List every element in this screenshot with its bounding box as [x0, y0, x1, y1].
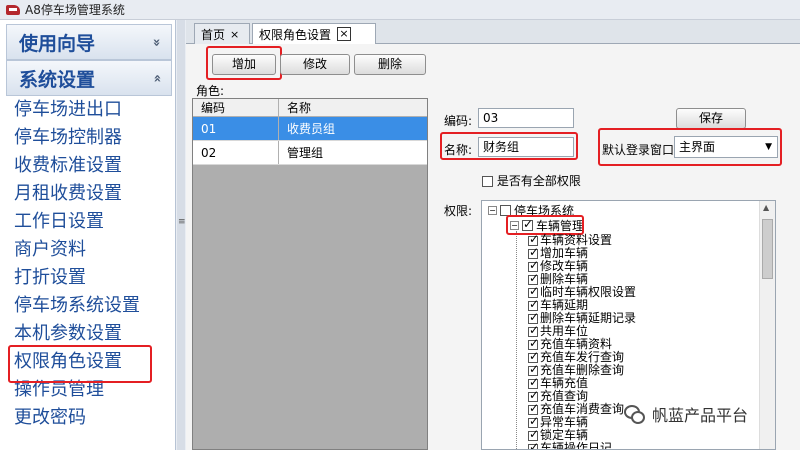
cell-name: 收费员组	[287, 122, 336, 136]
sidebar-item-entrance[interactable]: 停车场进出口	[14, 96, 140, 124]
tree-leaf-label: 车辆操作日记	[540, 441, 613, 450]
tree-checkbox[interactable]	[528, 428, 539, 441]
tree-checkbox[interactable]	[528, 441, 539, 449]
dropdown-arrow-icon[interactable]: ▼	[765, 137, 772, 157]
tree-checkbox[interactable]	[528, 389, 539, 402]
delete-button[interactable]: 删除	[354, 54, 426, 75]
tree-checkbox[interactable]	[528, 311, 539, 324]
code-field[interactable]: 03	[478, 108, 574, 128]
chevron-down-icon[interactable]: «	[149, 38, 164, 46]
watermark-text: 帆蓝产品平台	[652, 406, 749, 425]
cell-name: 管理组	[287, 146, 324, 160]
tree-checkbox[interactable]	[528, 285, 539, 298]
tree-checkbox[interactable]	[528, 363, 539, 376]
splitter-handle[interactable]: ≡	[177, 20, 186, 450]
name-field[interactable]: 财务组	[478, 137, 574, 157]
code-label: 编码:	[444, 114, 473, 128]
scrollbar-thumb[interactable]	[762, 219, 773, 279]
tree-checkbox[interactable]	[528, 324, 539, 337]
grip-icon: ≡	[178, 217, 186, 227]
cell-code: 01	[193, 117, 279, 140]
chevron-up-icon[interactable]: «	[149, 74, 164, 82]
tree-checkbox[interactable]	[528, 376, 539, 389]
tree-checkbox[interactable]	[528, 246, 539, 259]
scroll-up-icon[interactable]: ▲	[763, 203, 769, 212]
tree-leaf[interactable]: 车辆操作日记	[528, 441, 636, 450]
sidebar-item-local-params[interactable]: 本机参数设置	[14, 320, 140, 348]
sidebar-item-system-settings[interactable]: 停车场系统设置	[14, 292, 140, 320]
sidebar-item-monthly-fee[interactable]: 月租收费设置	[14, 180, 140, 208]
sidebar: 使用向导 « 系统设置 « 停车场进出口 停车场控制器 收费标准设置 月租收费设…	[0, 20, 176, 450]
select-value: 主界面	[679, 140, 716, 154]
sidebar-item-change-password[interactable]: 更改密码	[14, 404, 140, 432]
column-header[interactable]: 名称	[279, 99, 427, 116]
tab-label: 首页	[201, 27, 226, 42]
title-bar: A8停车场管理系统	[0, 0, 800, 20]
roles-label: 角色:	[196, 84, 225, 98]
table-row[interactable]: 02 管理组	[193, 141, 427, 165]
wechat-icon	[624, 405, 645, 424]
tab-role-permissions[interactable]: 权限角色设置 ×	[252, 23, 376, 44]
tree-scrollbar[interactable]: ▲	[759, 201, 775, 449]
tree-leaves: 车辆资料设置 增加车辆 修改车辆 删除车辆 临时车辆权限设置 车辆延期 删除车辆…	[528, 233, 636, 450]
tree-checkbox[interactable]	[528, 298, 539, 311]
tree-checkbox[interactable]	[528, 402, 539, 415]
watermark: 帆蓝产品平台	[624, 402, 748, 426]
edit-button[interactable]: 修改	[280, 54, 350, 75]
all-permissions-checkbox[interactable]	[482, 176, 493, 187]
roles-table: 编码 名称 01 收费员组 02 管理组	[192, 98, 428, 450]
window-title: A8停车场管理系统	[25, 3, 125, 17]
sidebar-menu: 停车场进出口 停车场控制器 收费标准设置 月租收费设置 工作日设置 商户资料 打…	[8, 96, 152, 432]
tree-checkbox[interactable]	[528, 415, 539, 428]
all-permissions-label: 是否有全部权限	[496, 174, 581, 188]
sidebar-item-merchant[interactable]: 商户资料	[14, 236, 140, 264]
login-window-label: 默认登录窗口:	[602, 143, 679, 157]
sidebar-group-label: 系统设置	[19, 68, 96, 91]
tree-node-label: 停车场系统	[514, 203, 575, 218]
sidebar-group-system-settings[interactable]: 系统设置 «	[6, 60, 172, 96]
app-logo-icon	[6, 4, 20, 15]
tab-home[interactable]: 首页 ×	[194, 23, 250, 44]
tree-checkbox[interactable]	[528, 337, 539, 350]
permissions-label: 权限:	[444, 204, 473, 218]
sidebar-item-workday[interactable]: 工作日设置	[14, 208, 140, 236]
tab-bar: 首页 × 权限角色设置 ×	[186, 20, 800, 44]
name-label: 名称:	[444, 143, 473, 157]
sidebar-group-label: 使用向导	[19, 32, 96, 55]
save-button[interactable]: 保存	[676, 108, 746, 129]
login-window-select[interactable]: 主界面 ▼	[674, 136, 778, 158]
table-row[interactable]: 01 收费员组	[193, 117, 427, 141]
all-permissions-option[interactable]: 是否有全部权限	[482, 172, 581, 189]
tree-checkbox[interactable]	[528, 272, 539, 285]
sidebar-item-discount[interactable]: 打折设置	[14, 264, 140, 292]
main-panel: 首页 × 权限角色设置 × 增加 修改 删除 角色: 编码 名称 01 收费员组…	[186, 20, 800, 450]
tree-node-root[interactable]: − 停车场系统	[488, 203, 575, 218]
column-header[interactable]: 编码	[193, 99, 279, 116]
tree-checkbox[interactable]	[500, 204, 511, 216]
collapse-icon[interactable]: −	[510, 221, 519, 230]
tree-node-vehicle-management[interactable]: − 车辆管理	[510, 217, 585, 233]
tree-connector	[516, 231, 517, 449]
tab-label: 权限角色设置	[259, 27, 332, 42]
sidebar-group-guide[interactable]: 使用向导 «	[6, 24, 172, 60]
sidebar-item-controller[interactable]: 停车场控制器	[14, 124, 140, 152]
tree-checkbox[interactable]	[528, 350, 539, 363]
close-icon[interactable]: ×	[337, 27, 352, 41]
sidebar-item-role-permissions[interactable]: 权限角色设置	[8, 345, 152, 383]
collapse-icon[interactable]: −	[488, 205, 497, 215]
tree-node-label: 车辆管理	[536, 219, 585, 233]
tree-checkbox[interactable]	[528, 233, 539, 246]
tree-checkbox[interactable]	[522, 217, 533, 231]
sidebar-item-fee-standard[interactable]: 收费标准设置	[14, 152, 140, 180]
tree-checkbox[interactable]	[528, 259, 539, 272]
close-icon[interactable]: ×	[230, 28, 239, 41]
add-button[interactable]: 增加	[212, 54, 276, 75]
table-header: 编码 名称	[193, 99, 427, 117]
cell-code: 02	[193, 141, 279, 164]
